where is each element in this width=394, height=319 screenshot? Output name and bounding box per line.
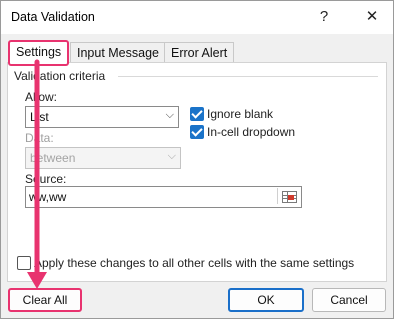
cancel-button[interactable]: Cancel: [312, 288, 386, 312]
tab-settings-label: Settings: [16, 45, 62, 59]
in-cell-dropdown-label: In-cell dropdown: [207, 125, 296, 139]
dialog-title: Data Validation: [11, 10, 95, 24]
chevron-down-icon: ⌵: [165, 109, 174, 121]
tab-error-alert-label: Error Alert: [171, 46, 228, 60]
ignore-blank-label: Ignore blank: [207, 107, 274, 121]
source-input[interactable]: ww,ww: [25, 186, 302, 208]
allow-select[interactable]: List ⌵: [25, 106, 179, 128]
clear-all-button[interactable]: Clear All: [8, 288, 82, 312]
allow-value: List: [30, 110, 49, 124]
tab-error-alert[interactable]: Error Alert: [164, 42, 235, 63]
ok-button[interactable]: OK: [228, 288, 304, 312]
allow-label: Allow:: [25, 90, 58, 104]
help-icon[interactable]: ?: [313, 5, 335, 29]
source-value: ww,ww: [29, 190, 67, 204]
data-select: between ⌵: [25, 147, 181, 169]
cancel-label: Cancel: [330, 293, 368, 307]
ignore-blank-checkbox[interactable]: [190, 107, 204, 121]
ok-label: OK: [257, 293, 275, 307]
range-selector-button[interactable]: [277, 188, 299, 204]
apply-all-checkbox[interactable]: [17, 256, 31, 270]
clear-all-label: Clear All: [22, 293, 68, 307]
tab-settings[interactable]: Settings: [8, 40, 70, 66]
range-arrow-icon: [288, 195, 294, 200]
apply-all-label: Apply these changes to all other cells w…: [34, 256, 355, 270]
data-label: Data:: [25, 131, 54, 145]
title-bar: Data Validation ? ✕: [1, 1, 393, 34]
source-label: Source:: [25, 172, 67, 186]
data-value: between: [30, 151, 76, 165]
tab-input-message-label: Input Message: [77, 46, 159, 60]
group-divider: [118, 76, 378, 77]
tab-input-message[interactable]: Input Message: [70, 42, 166, 63]
chevron-down-icon: ⌵: [167, 150, 176, 162]
close-icon[interactable]: ✕: [359, 5, 385, 29]
in-cell-dropdown-checkbox[interactable]: [190, 125, 204, 139]
validation-criteria-label: Validation criteria: [14, 69, 106, 83]
